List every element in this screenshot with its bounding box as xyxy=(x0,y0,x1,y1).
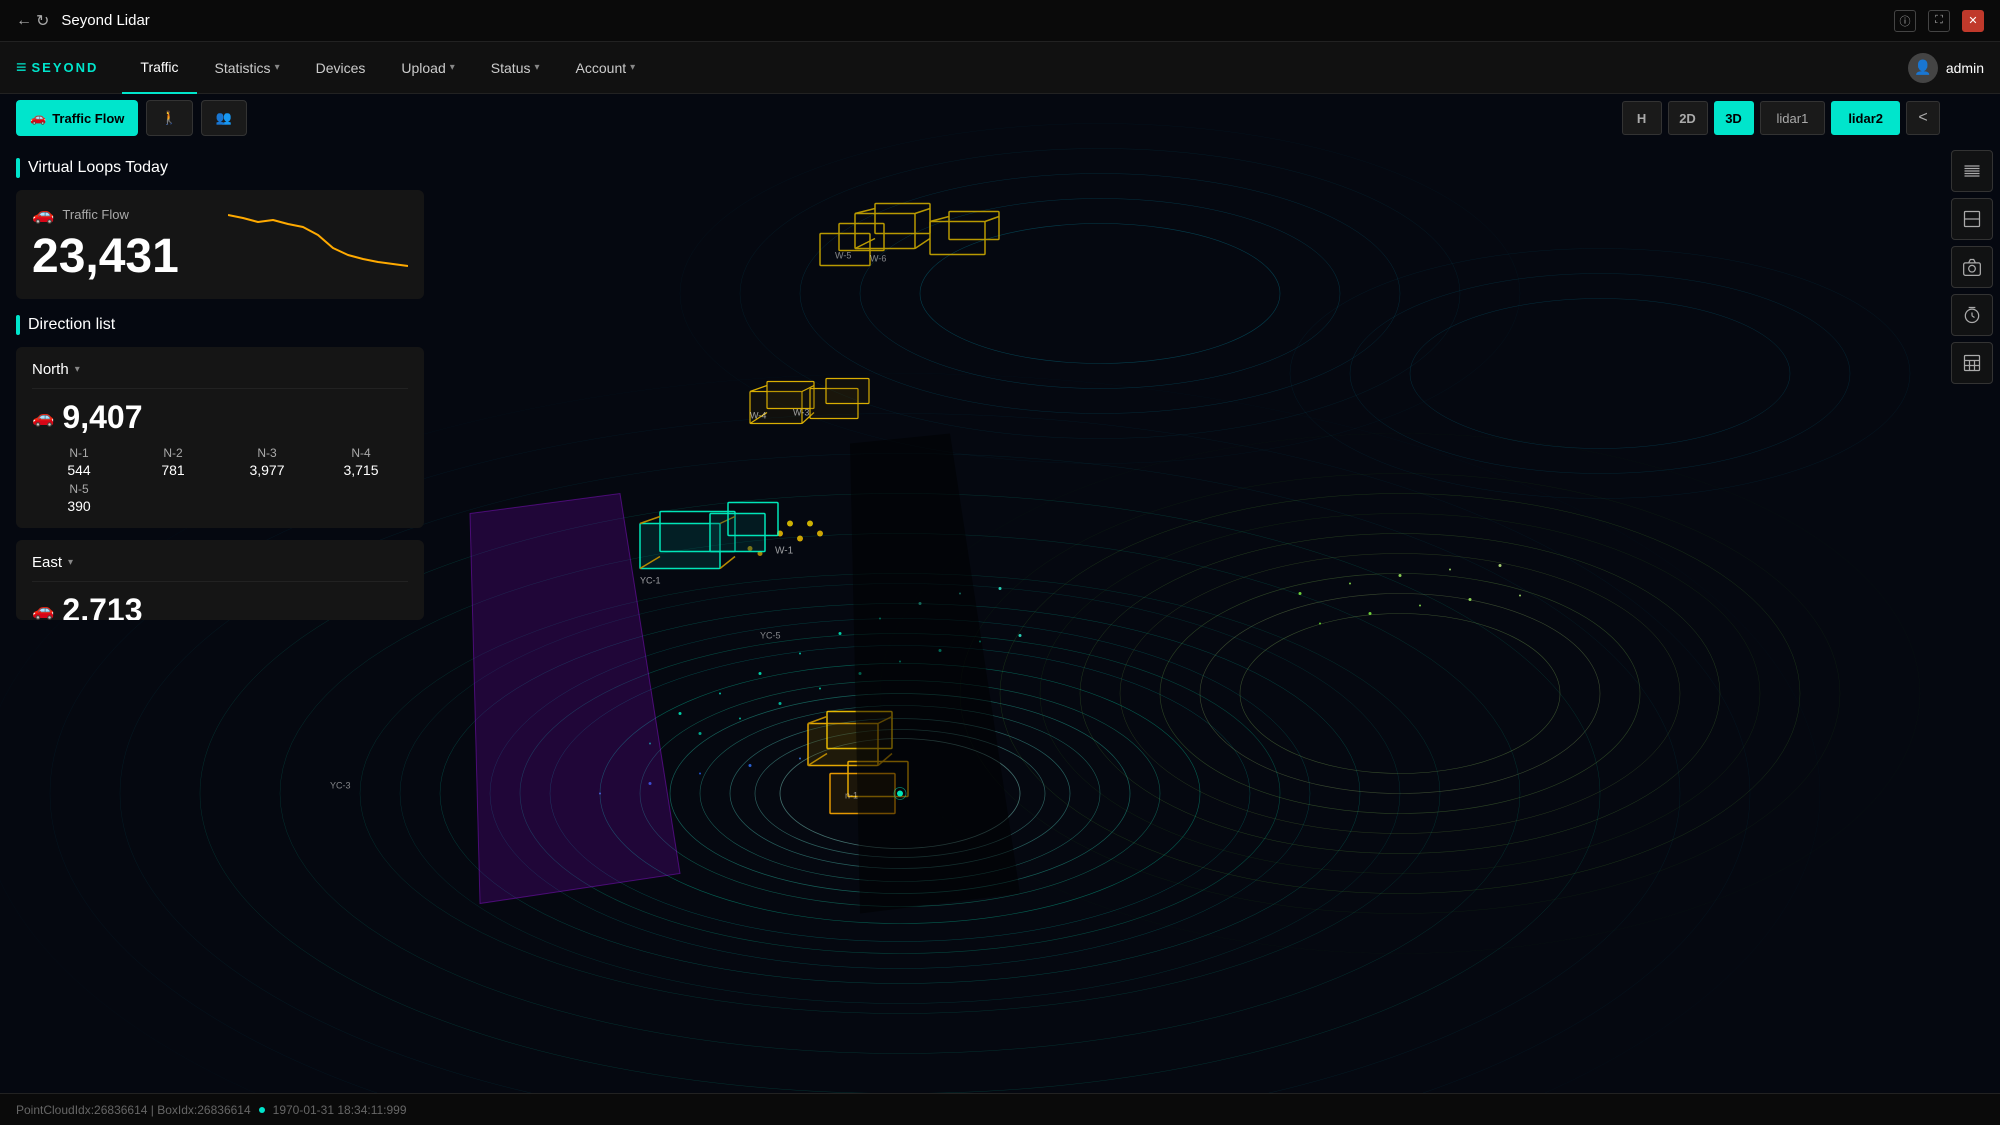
group-icon: 👥 xyxy=(216,110,232,126)
east-label: East xyxy=(32,554,62,571)
flow-card-label: Traffic Flow xyxy=(62,207,128,222)
view-2d-button[interactable]: 2D xyxy=(1668,101,1708,135)
table-icon xyxy=(1962,353,1982,373)
username-label: admin xyxy=(1946,60,1984,76)
lidar2-button[interactable]: lidar2 xyxy=(1831,101,1900,135)
info-button[interactable]: ⓘ xyxy=(1894,10,1916,32)
status-dot xyxy=(259,1107,265,1113)
split-button[interactable] xyxy=(1951,198,1993,240)
lane-n1: N-1 544 xyxy=(32,446,126,478)
mini-chart xyxy=(228,210,408,270)
status-text-2: 1970-01-31 18:34:11:999 xyxy=(273,1103,407,1117)
layers-icon xyxy=(1962,161,1982,181)
view-controls: H 2D 3D lidar1 lidar2 < xyxy=(1622,94,1940,142)
svg-text:n-1: n-1 xyxy=(845,791,858,801)
pedestrian-button[interactable]: 🚶 xyxy=(146,100,192,136)
traffic-flow-button[interactable]: 🚗 Traffic Flow xyxy=(16,100,138,136)
north-lanes-grid: N-1 544 N-2 781 N-3 3,977 N-4 3,715 N-5 xyxy=(32,446,408,514)
svg-text:W-5: W-5 xyxy=(835,251,851,261)
svg-text:W-6: W-6 xyxy=(870,254,886,264)
logo-icon: ≡ xyxy=(16,57,26,78)
car-icon: 🚗 xyxy=(30,110,46,126)
main-area: W-1 W-5 W-6 W-4 W-3 YC-1 YC-3 YC-5 n-1 V… xyxy=(0,94,2000,1093)
nav-logo: ≡ SEYOND xyxy=(16,57,98,78)
timer-icon xyxy=(1962,305,1982,325)
app-title: Seyond Lidar xyxy=(61,12,1894,29)
svg-text:W-1: W-1 xyxy=(775,546,794,557)
timer-button[interactable] xyxy=(1951,294,1993,336)
svg-text:YC-5: YC-5 xyxy=(760,631,781,641)
status-caret: ▾ xyxy=(535,62,540,73)
flow-car-icon: 🚗 xyxy=(32,204,54,225)
direction-section-bar xyxy=(16,315,20,335)
left-panel: Virtual Loops Today 🚗 Traffic Flow 23,43… xyxy=(0,142,440,1093)
lane-n2: N-2 781 xyxy=(126,446,220,478)
east-direction-card: East ▾ 🚗 2,713 xyxy=(16,540,424,620)
view-3d-button[interactable]: 3D xyxy=(1714,101,1754,135)
traffic-flow-card: 🚗 Traffic Flow 23,431 xyxy=(16,190,424,299)
direction-list-title: Direction list xyxy=(28,316,115,334)
north-label: North xyxy=(32,361,69,378)
statusbar: PointCloudIdx:26836614 | BoxIdx:26836614… xyxy=(0,1093,2000,1125)
svg-text:YC-1: YC-1 xyxy=(640,576,661,586)
camera-icon xyxy=(1962,257,1982,277)
navbar: ≡ SEYOND Traffic Statistics ▾ Devices Up… xyxy=(0,42,2000,94)
east-count: 2,713 xyxy=(62,592,142,620)
virtual-loops-header: Virtual Loops Today xyxy=(16,158,424,178)
refresh-button[interactable]: ↻ xyxy=(36,11,49,31)
lane-n3: N-3 3,977 xyxy=(220,446,314,478)
layers-button[interactable] xyxy=(1951,150,1993,192)
direction-list-header: Direction list xyxy=(16,315,424,335)
collapse-button[interactable]: < xyxy=(1906,101,1940,135)
lane-n5: N-5 390 xyxy=(32,482,126,514)
title-bar: ← ↻ Seyond Lidar ⓘ ⛶ ✕ xyxy=(0,0,2000,42)
nav-item-status[interactable]: Status ▾ xyxy=(473,42,558,94)
right-toolbar xyxy=(1944,142,2000,392)
avatar: 👤 xyxy=(1908,53,1938,83)
pedestrian-icon: 🚶 xyxy=(161,110,177,126)
group-button[interactable]: 👥 xyxy=(201,100,247,136)
status-text-1: PointCloudIdx:26836614 | BoxIdx:26836614 xyxy=(16,1103,251,1117)
split-icon xyxy=(1962,209,1982,229)
section-bar xyxy=(16,158,20,178)
nav-user[interactable]: 👤 admin xyxy=(1908,53,1984,83)
north-direction-card: North ▾ 🚗 9,407 N-1 544 N-2 781 N-3 3,97… xyxy=(16,347,424,528)
nav-item-upload[interactable]: Upload ▾ xyxy=(383,42,472,94)
maximize-button[interactable]: ⛶ xyxy=(1928,10,1950,32)
nav-item-account[interactable]: Account ▾ xyxy=(558,42,654,94)
lidar1-button[interactable]: lidar1 xyxy=(1760,101,1826,135)
svg-text:W-3: W-3 xyxy=(793,408,809,418)
table-button[interactable] xyxy=(1951,342,1993,384)
east-caret[interactable]: ▾ xyxy=(68,557,73,568)
logo-text: SEYOND xyxy=(32,60,99,75)
lane-n4: N-4 3,715 xyxy=(314,446,408,478)
virtual-loops-title: Virtual Loops Today xyxy=(28,159,168,177)
back-button[interactable]: ← xyxy=(16,12,32,30)
upload-caret: ▾ xyxy=(450,62,455,73)
camera-button[interactable] xyxy=(1951,246,1993,288)
nav-item-devices[interactable]: Devices xyxy=(298,42,384,94)
svg-text:W-4: W-4 xyxy=(750,411,766,421)
east-car-icon: 🚗 xyxy=(32,600,54,620)
view-h-button[interactable]: H xyxy=(1622,101,1662,135)
statistics-caret: ▾ xyxy=(275,62,280,73)
nav-item-statistics[interactable]: Statistics ▾ xyxy=(197,42,298,94)
north-count: 9,407 xyxy=(62,399,142,436)
nav-item-traffic[interactable]: Traffic xyxy=(122,42,196,94)
north-caret[interactable]: ▾ xyxy=(75,364,80,375)
north-car-icon: 🚗 xyxy=(32,407,54,428)
account-caret: ▾ xyxy=(630,62,635,73)
close-button[interactable]: ✕ xyxy=(1962,10,1984,32)
